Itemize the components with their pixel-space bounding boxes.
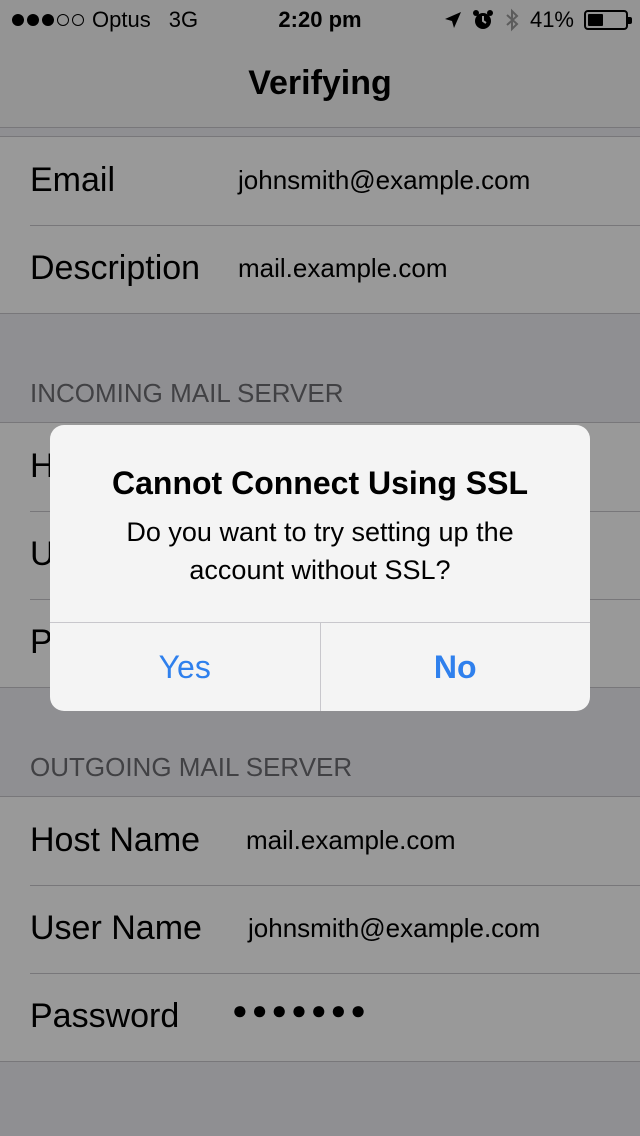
alert-buttons: Yes No — [50, 622, 590, 711]
yes-button[interactable]: Yes — [50, 623, 320, 711]
ssl-alert-dialog: Cannot Connect Using SSL Do you want to … — [50, 425, 590, 711]
alert-title: Cannot Connect Using SSL — [112, 465, 528, 501]
alert-message: Do you want to try setting up the accoun… — [126, 517, 514, 585]
no-button[interactable]: No — [319, 623, 591, 711]
